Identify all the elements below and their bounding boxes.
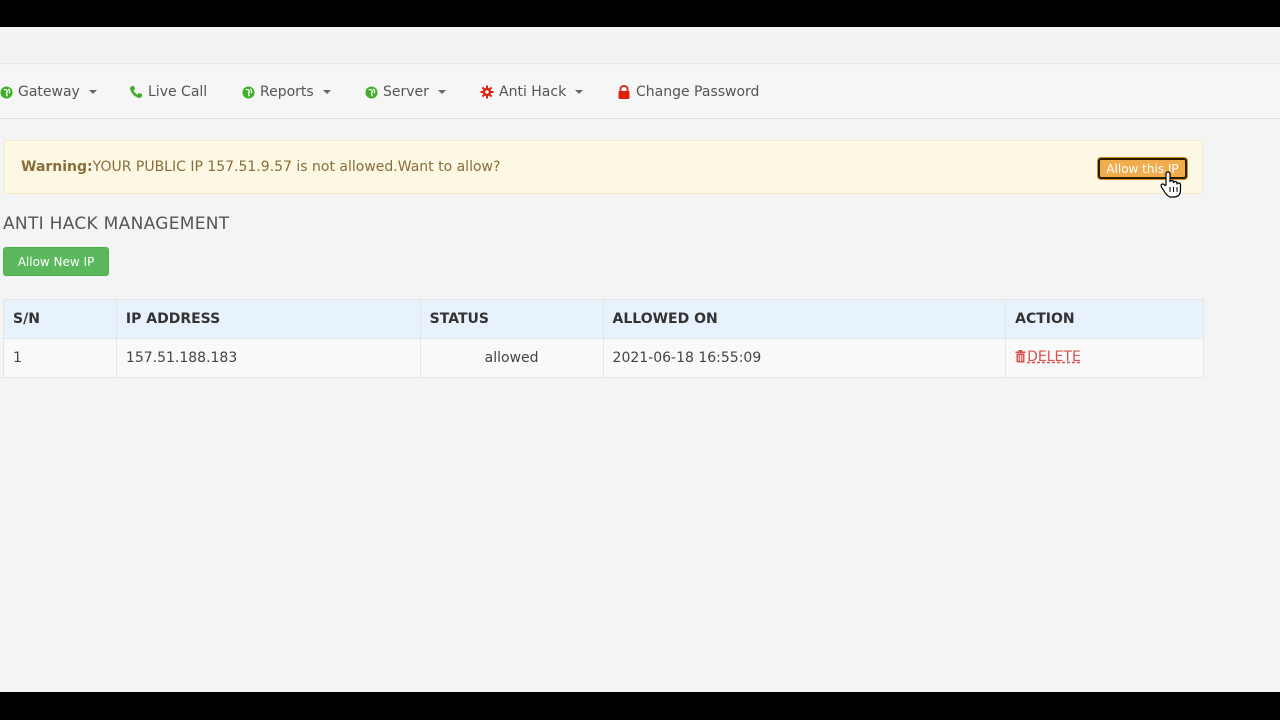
nav-item-change-password-label: Change Password [636, 84, 760, 100]
delete-label: DELETE [1027, 348, 1081, 365]
nav-item-anti-hack[interactable]: Anti Hack [480, 65, 584, 119]
nav-item-gateway-label: Gateway [18, 84, 80, 100]
phone-icon [129, 85, 143, 99]
globe-icon [365, 85, 378, 99]
nav-item-gateway[interactable]: Gateway [0, 65, 97, 119]
nav-item-reports-label: Reports [260, 84, 314, 100]
cell-ip-address: 157.51.188.183 [115, 338, 421, 378]
lock-icon [617, 84, 631, 100]
cell-allowed-on: 2021-06-18 16:55:09 [602, 338, 1007, 378]
alert-text: YOUR PUBLIC IP 157.51.9.57 is not allowe… [92, 159, 501, 175]
column-header-allowed-on: ALLOWED ON [602, 299, 1007, 339]
column-header-status: STATUS [419, 299, 604, 339]
chevron-down-icon [322, 90, 331, 94]
app-screen: Gateway Live Call Reports Server Anti Ha… [0, 27, 1280, 692]
globe-icon [242, 85, 255, 99]
trash-icon [1015, 350, 1026, 363]
nav-item-server-label: Server [383, 84, 429, 100]
table-header-row: S/N IP ADDRESS STATUS ALLOWED ON ACTION [3, 299, 1204, 339]
delete-button[interactable]: DELETE [1015, 349, 1081, 365]
column-header-ip-address: IP ADDRESS [115, 299, 421, 339]
alert-message: Warning: YOUR PUBLIC IP 157.51.9.57 is no… [21, 141, 500, 193]
nav-item-anti-hack-label: Anti Hack [499, 84, 567, 100]
chevron-down-icon [88, 90, 97, 94]
cell-status: allowed [419, 338, 604, 378]
globe-icon [0, 85, 13, 99]
cell-action: DELETE [1005, 338, 1204, 378]
column-header-action: ACTION [1005, 299, 1204, 339]
nav-item-live-call[interactable]: Live Call [129, 65, 207, 119]
allow-new-ip-button[interactable]: Allow New IP [3, 247, 109, 276]
alert-label: Warning: [21, 159, 93, 175]
top-strip [0, 32, 1280, 64]
column-header-sn: S/N [3, 299, 117, 339]
hand-cursor-icon [1159, 171, 1183, 203]
nav-item-live-call-label: Live Call [148, 84, 208, 100]
nav-item-reports[interactable]: Reports [242, 65, 331, 119]
allowed-ip-table: S/N IP ADDRESS STATUS ALLOWED ON ACTION … [3, 299, 1204, 378]
main-navbar: Gateway Live Call Reports Server Anti Ha… [0, 65, 1280, 119]
table-row: 1 157.51.188.183 allowed 2021-06-18 16:5… [3, 338, 1204, 378]
chevron-down-icon [575, 90, 584, 94]
nav-item-server[interactable]: Server [365, 65, 446, 119]
chevron-down-icon [437, 90, 446, 94]
cell-sn: 1 [3, 338, 117, 378]
warning-alert: Warning: YOUR PUBLIC IP 157.51.9.57 is no… [4, 140, 1203, 194]
nav-item-change-password[interactable]: Change Password [617, 65, 759, 119]
gear-icon [480, 85, 494, 99]
page-title: ANTI HACK MANAGEMENT [3, 214, 230, 234]
